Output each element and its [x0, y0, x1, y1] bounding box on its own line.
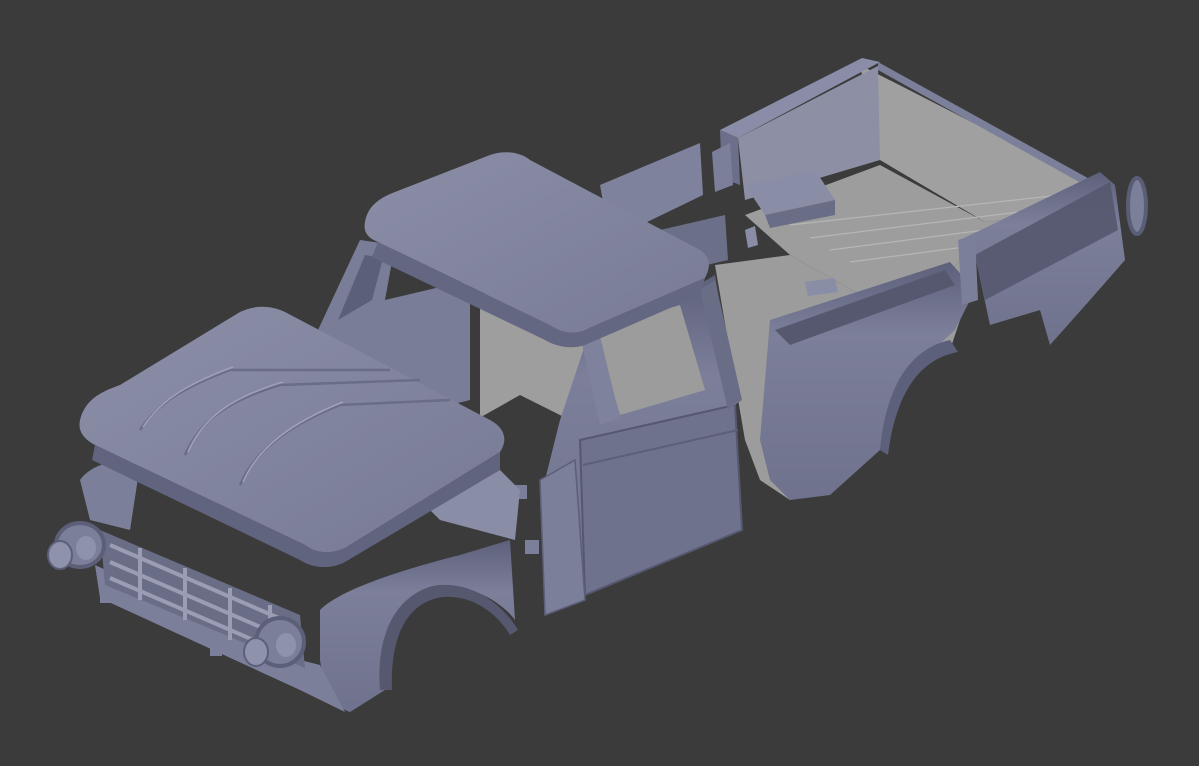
bed-tub [712, 58, 1148, 500]
headlight-left [47, 521, 106, 570]
truck-render [47, 58, 1148, 712]
3d-viewport[interactable] [0, 0, 1199, 766]
